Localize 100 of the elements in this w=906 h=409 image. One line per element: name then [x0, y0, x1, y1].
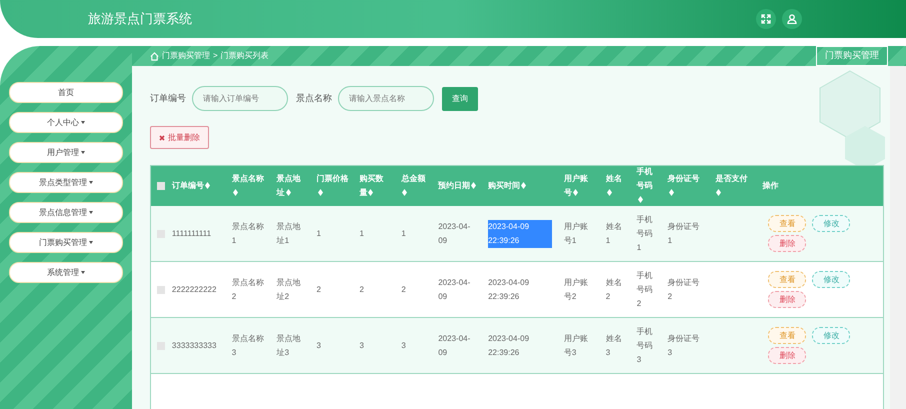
- table-cell-text: 身份证号2: [668, 276, 701, 302]
- column-header: 操作: [762, 180, 780, 192]
- sort-icon[interactable]: [402, 189, 408, 196]
- column-header[interactable]: 景点地址: [276, 172, 307, 200]
- table-cell-text: 1: [316, 228, 322, 240]
- caret-icon: [89, 211, 93, 214]
- column-header[interactable]: 总金额: [401, 172, 428, 200]
- sort-icon[interactable]: [521, 182, 526, 190]
- sort-icon[interactable]: [668, 189, 674, 196]
- sort-icon[interactable]: [572, 189, 578, 196]
- view-button[interactable]: 查看: [768, 327, 806, 344]
- caret-icon: [81, 271, 85, 274]
- column-header[interactable]: 姓名: [606, 172, 627, 200]
- field-label: 订单编号: [150, 92, 186, 105]
- fullscreen-button[interactable]: [756, 9, 776, 29]
- table-cell: 2023-04-09 22:39:26: [488, 220, 552, 248]
- column-header[interactable]: 购买时间: [488, 179, 554, 193]
- table-cell-text: 身份证号1: [668, 220, 701, 246]
- row-checkbox[interactable]: [157, 286, 166, 294]
- table-cell-text: 手机号码2: [636, 270, 654, 310]
- table-cell-text: 3: [316, 340, 322, 352]
- delete-button[interactable]: 删除: [768, 347, 806, 364]
- edit-button[interactable]: 修改: [812, 271, 850, 288]
- column-header[interactable]: 门票价格: [316, 172, 350, 200]
- breadcrumb-separator: >: [213, 50, 218, 62]
- breadcrumb-current: 门票购买列表: [220, 50, 269, 62]
- user-button[interactable]: [782, 9, 802, 29]
- edit-button[interactable]: 修改: [812, 327, 850, 344]
- sidebar-item[interactable]: 用户管理: [9, 142, 123, 163]
- table-cell-text: 用户账号1: [564, 220, 589, 246]
- column-header[interactable]: 订单编号: [172, 179, 222, 193]
- sort-icon[interactable]: [318, 189, 323, 196]
- sidebar-item[interactable]: 景点类型管理: [9, 172, 123, 193]
- user-icon: [787, 14, 797, 24]
- table-cell-text: 景点名称1: [232, 220, 265, 246]
- delete-button[interactable]: 删除: [768, 291, 806, 308]
- sort-icon[interactable]: [638, 196, 643, 204]
- table-cell-text: 姓名2: [606, 276, 623, 302]
- table-cell-text: 景点名称2: [232, 276, 265, 302]
- caret-icon: [81, 151, 85, 154]
- table-cell-text: 姓名1: [606, 220, 623, 246]
- table-cell-text: 景点地址1: [276, 220, 302, 246]
- caret-icon: [89, 241, 93, 244]
- table-cell-text: 身份证号3: [668, 332, 701, 358]
- caret-icon: [81, 121, 85, 124]
- table-cell-text: 景点名称3: [232, 332, 265, 358]
- table-cell-text: 手机号码3: [636, 326, 654, 366]
- table-cell-text: 用户账号3: [564, 332, 589, 358]
- sort-icon[interactable]: [606, 189, 612, 196]
- column-header[interactable]: 景点名称: [232, 172, 267, 200]
- table-cell-text: 1: [359, 228, 365, 240]
- home-icon: [150, 52, 159, 60]
- expand-icon: [761, 14, 771, 24]
- sidebar-item[interactable]: 首页: [9, 82, 123, 103]
- table-cell-text: 3: [401, 340, 407, 352]
- field-label: 景点名称: [296, 92, 332, 105]
- column-header[interactable]: 购买数量: [359, 172, 392, 200]
- sidebar-item[interactable]: 门票购买管理: [9, 232, 123, 253]
- sort-icon[interactable]: [286, 189, 291, 196]
- sidebar-item[interactable]: 景点信息管理: [9, 202, 123, 223]
- search-field[interactable]: 请输入景点名称: [338, 86, 434, 111]
- table-cell-text: 2023-04-09: [438, 220, 472, 246]
- table-cell-text: 手机号码1: [636, 214, 654, 254]
- table-cell-text: 2023-04-09: [438, 276, 472, 302]
- select-all-checkbox[interactable]: [157, 182, 166, 190]
- table-cell-text: 2: [401, 284, 407, 296]
- scrollbar[interactable]: [890, 66, 906, 409]
- sidebar-item[interactable]: 系统管理: [9, 262, 123, 283]
- column-header[interactable]: 用户账号: [564, 172, 596, 200]
- edit-button[interactable]: 修改: [812, 215, 850, 232]
- caret-icon: [89, 181, 93, 184]
- table-cell-text: 3: [359, 340, 365, 352]
- batch-delete-button[interactable]: 批量删除: [150, 126, 209, 149]
- table-cell-text: 1: [401, 228, 407, 240]
- table-cell-text: 2: [316, 284, 322, 296]
- table-cell-text: 景点地址3: [276, 332, 302, 358]
- close-icon: [159, 134, 165, 140]
- sidebar-item[interactable]: 个人中心: [9, 112, 123, 133]
- breadcrumb-link[interactable]: 门票购买管理: [162, 50, 210, 62]
- table-cell-text: 姓名3: [606, 332, 623, 358]
- column-header[interactable]: 手机号码: [636, 165, 658, 207]
- view-button[interactable]: 查看: [768, 215, 806, 232]
- table-cell-text: 景点地址2: [276, 276, 302, 302]
- view-button[interactable]: 查看: [768, 271, 806, 288]
- search-field[interactable]: 请输入订单编号: [192, 86, 288, 111]
- sort-icon[interactable]: [232, 189, 238, 196]
- table-cell-text: 2023-04-09 22:39:26: [488, 276, 530, 302]
- table-cell-text: 2023-04-09: [438, 332, 472, 358]
- sort-icon[interactable]: [471, 182, 476, 190]
- sort-icon[interactable]: [368, 189, 374, 196]
- table-cell-text: 3333333333: [172, 340, 218, 352]
- column-header[interactable]: 是否支付: [715, 172, 752, 200]
- sort-icon[interactable]: [204, 182, 210, 190]
- table-cell-text: 2222222222: [172, 284, 218, 296]
- column-header[interactable]: 预约日期: [438, 179, 478, 193]
- sort-icon[interactable]: [716, 189, 722, 196]
- page-title-button[interactable]: 门票购买管理: [816, 46, 888, 66]
- column-header[interactable]: 身份证号: [668, 172, 706, 200]
- delete-button[interactable]: 删除: [768, 235, 806, 252]
- search-button[interactable]: 查询: [442, 86, 478, 110]
